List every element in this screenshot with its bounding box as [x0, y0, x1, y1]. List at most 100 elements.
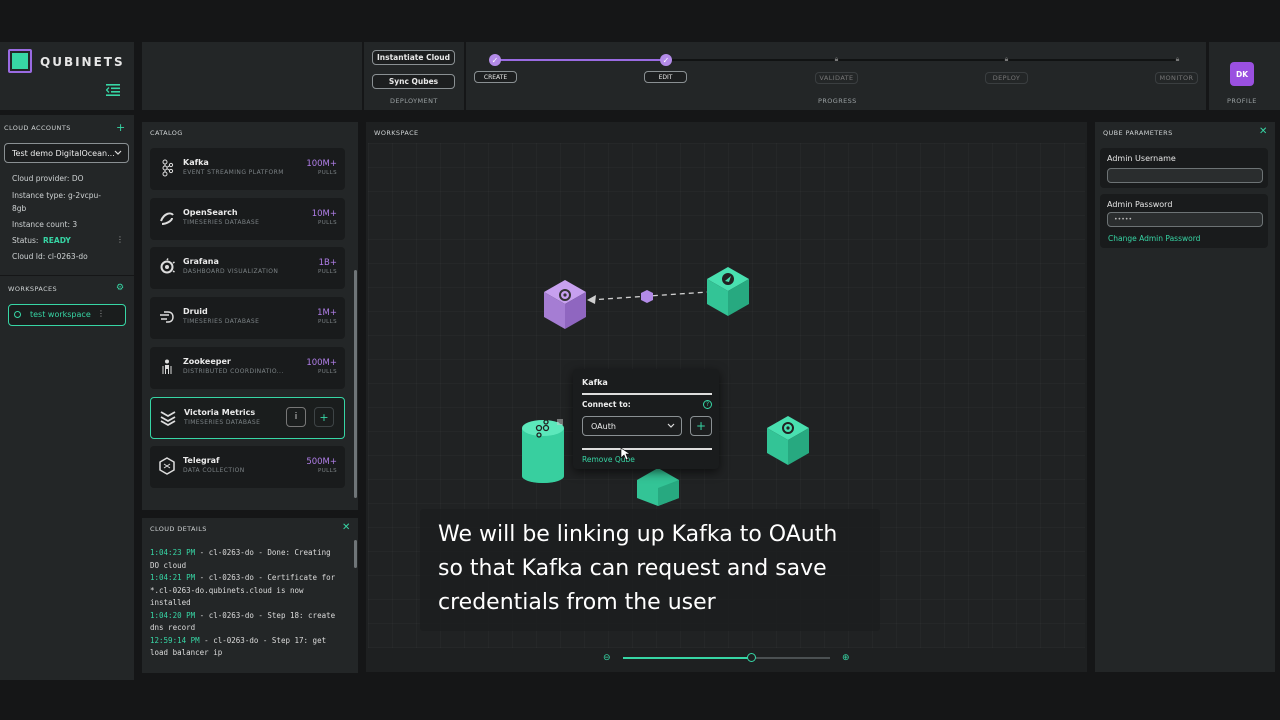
admin-username-field[interactable] [1107, 168, 1263, 183]
collapse-sidebar-icon[interactable] [106, 84, 120, 96]
step-validate: VALIDATE [815, 72, 858, 84]
close-icon[interactable]: ✕ [342, 522, 350, 533]
admin-password-field[interactable]: ••••• [1107, 212, 1263, 227]
cursor-icon [620, 447, 630, 461]
catalog-item-sub: TIMESERIES DATABASE [184, 419, 261, 426]
caption-line: We will be linking up Kafka to OAuth [438, 522, 838, 547]
progress-line-done [495, 59, 666, 61]
caption-line: credentials from the user [438, 590, 716, 615]
cloud-id: Cloud Id: cl-0263-do [12, 252, 88, 261]
pulls-label: PULLS [318, 170, 337, 176]
log-entry: 1:04:23 PM - cl-0263-do - Done: Creating [150, 548, 331, 557]
step-create[interactable]: CREATE [474, 71, 517, 83]
lock-icon: 🔒︎ [1004, 55, 1009, 63]
connect-selected: OAuth [591, 421, 616, 431]
admin-password-card: Admin Password ••••• Change Admin Passwo… [1100, 194, 1268, 248]
check-icon: ✓ [660, 54, 672, 66]
change-password-link[interactable]: Change Admin Password [1108, 234, 1200, 243]
catalog-list: Kafka EVENT STREAMING PLATFORM 100M+ PUL… [142, 140, 352, 500]
instantiate-cloud-button[interactable]: Instantiate Cloud [372, 50, 455, 65]
workspace-label: test workspace [30, 310, 91, 319]
progress-line-remaining [666, 59, 1178, 61]
workspace-icon [14, 311, 21, 318]
logo-inner [12, 53, 28, 69]
grafana-icon [160, 258, 175, 274]
help-icon[interactable]: ? [703, 400, 712, 409]
pulls-label: PULLS [318, 269, 337, 275]
log-entry: 1:04:21 PM - cl-0263-do - Certificate fo… [150, 573, 336, 582]
popup-title: Kafka [582, 378, 608, 387]
instance-count: Instance count: 3 [12, 220, 78, 229]
progress-label: PROGRESS [818, 97, 857, 105]
oauth-qube [707, 267, 749, 316]
step-monitor: MONITOR [1155, 72, 1198, 84]
log-scrollbar[interactable] [354, 540, 357, 568]
info-button[interactable]: i [286, 407, 306, 427]
video-caption: We will be linking up Kafka to OAuth so … [420, 509, 880, 631]
catalog-item-pulls: 500M+ [306, 457, 337, 467]
catalog-item-name: Kafka [183, 158, 209, 167]
pulls-label: PULLS [318, 319, 337, 325]
lock-icon: 🔒︎ [834, 55, 839, 63]
zoom-in-icon[interactable]: ⊕ [842, 653, 850, 663]
catalog-title: CATALOG [150, 129, 183, 137]
workspaces-title: WORKSPACES [8, 285, 58, 293]
divider [582, 448, 712, 450]
admin-password-label: Admin Password [1107, 200, 1173, 209]
catalog-item-name: Telegraf [183, 456, 220, 465]
zoom-slider-handle[interactable] [746, 653, 756, 662]
deployment-label: DEPLOYMENT [390, 97, 438, 105]
add-connection-button[interactable]: + [690, 416, 712, 436]
catalog-item-name: Zookeeper [183, 357, 231, 366]
catalog-item-name: Victoria Metrics [184, 408, 256, 417]
status-label: Status: [12, 236, 39, 245]
log-entry: 12:59:14 PM - cl-0263-do - Step 17: get [150, 635, 327, 645]
catalog-item-sub: DISTRIBUTED COORDINATIO... [183, 368, 284, 375]
catalog-item-opensearch[interactable]: OpenSearch TIMESERIES DATABASE 10M+ PULL… [150, 198, 345, 240]
pulls-label: PULLS [318, 220, 337, 226]
avatar[interactable]: DK [1230, 62, 1254, 86]
catalog-item-zookeeper[interactable]: Zookeeper DISTRIBUTED COORDINATIO... 100… [150, 347, 345, 389]
arrow-head-icon [587, 295, 596, 304]
catalog-item-name: Grafana [183, 257, 219, 266]
catalog-item-sub: DATA COLLECTION [183, 467, 245, 474]
log-entry-cont: *.cl-0263-do.qubinets.cloud is now [150, 585, 304, 595]
divider [362, 42, 364, 110]
catalog-item-victoria-metrics[interactable]: Victoria Metrics TIMESERIES DATABASE i + [150, 397, 345, 439]
catalog-item-pulls: 1M+ [317, 308, 337, 318]
catalog-scrollbar[interactable] [354, 270, 357, 498]
pulls-label: PULLS [318, 468, 337, 474]
close-icon[interactable]: ✕ [1259, 126, 1267, 137]
catalog-item-sub: TIMESERIES DATABASE [183, 219, 260, 226]
admin-username-label: Admin Username [1107, 154, 1176, 163]
step-edit[interactable]: EDIT [644, 71, 687, 83]
cloud-accounts-title: CLOUD ACCOUNTS [4, 124, 71, 132]
cloud-account-select[interactable]: Test demo DigitalOcean... [4, 143, 129, 163]
catalog-item-druid[interactable]: Druid TIMESERIES DATABASE 1M+ PULLS [150, 297, 345, 339]
add-qube-button[interactable]: + [314, 407, 334, 427]
more-icon[interactable]: ⋮ [116, 235, 124, 244]
add-cloud-account-icon[interactable]: + [116, 121, 125, 134]
catalog-item-grafana[interactable]: Grafana DASHBOARD VISUALIZATION 1B+ PULL… [150, 247, 345, 289]
connect-label: Connect to: [582, 400, 631, 409]
catalog-item-kafka[interactable]: Kafka EVENT STREAMING PLATFORM 100M+ PUL… [150, 148, 345, 190]
kafka-icon [162, 159, 174, 177]
catalog-item-name: Druid [183, 307, 208, 316]
catalog-item-telegraf[interactable]: Telegraf DATA COLLECTION 500M+ PULLS [150, 446, 345, 488]
telegraf-icon [159, 457, 175, 475]
catalog-item-pulls: 100M+ [306, 159, 337, 169]
catalog-item-sub: TIMESERIES DATABASE [183, 318, 260, 325]
settings-icon[interactable]: ⚙ [116, 283, 124, 293]
caption-line: so that Kafka can request and save [438, 556, 827, 581]
zoom-out-icon[interactable]: ⊖ [603, 653, 611, 663]
kafka-qube [522, 419, 564, 483]
log-entry-cont: dns record [150, 623, 196, 632]
opensearch-icon [160, 212, 174, 225]
lock-icon: 🔒︎ [1175, 55, 1180, 63]
step-deploy: DEPLOY [985, 72, 1028, 84]
more-icon[interactable]: ⋮ [97, 309, 105, 318]
grafana-qube [544, 280, 586, 329]
log-entry-cont: DO cloud [150, 560, 187, 570]
grafana-qube-2 [767, 416, 809, 465]
sync-qubes-button[interactable]: Sync Qubes [372, 74, 455, 89]
